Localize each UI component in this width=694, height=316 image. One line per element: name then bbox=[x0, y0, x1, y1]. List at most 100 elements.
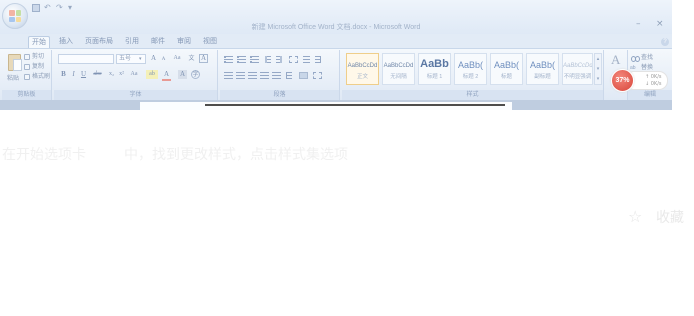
format-painter-icon[interactable] bbox=[24, 74, 30, 80]
chevron-down-icon: ▾ bbox=[139, 56, 142, 62]
styles-group: AaBbCcDd 正文 AaBbCcDd 无间隔 AaBb 标题 1 AaBb(… bbox=[342, 50, 604, 100]
bullets-icon[interactable] bbox=[224, 56, 233, 63]
style-tile-heading-1[interactable]: AaBb 标题 1 bbox=[418, 53, 451, 85]
decrease-indent-icon[interactable] bbox=[265, 56, 271, 63]
style-tile-no-spacing[interactable]: AaBbCcDd 无间隔 bbox=[382, 53, 415, 85]
font-group-label: 字体 bbox=[54, 90, 217, 100]
grow-font-button[interactable]: A bbox=[149, 54, 158, 63]
align-left-icon[interactable] bbox=[224, 72, 233, 79]
title-bar: ↶ ↷ ▾ 新建 Microsoft Office Word 文档.docx -… bbox=[0, 0, 672, 34]
char-shading-button[interactable]: A bbox=[178, 70, 187, 79]
paste-button[interactable]: 粘贴 bbox=[7, 75, 19, 83]
subscript-button[interactable]: x₂ bbox=[107, 70, 116, 79]
style-name: 无间隔 bbox=[390, 74, 407, 80]
shading-icon[interactable] bbox=[299, 72, 308, 79]
find-button[interactable]: 查找 bbox=[641, 54, 653, 62]
word-window: ↶ ↷ ▾ 新建 Microsoft Office Word 文档.docx -… bbox=[0, 0, 672, 110]
more-styles-icon[interactable]: ▾ bbox=[595, 74, 601, 84]
style-preview: AaBb( bbox=[457, 60, 483, 70]
styles-group-label: 样式 bbox=[342, 90, 603, 100]
office-logo-icon bbox=[9, 10, 21, 22]
document-area bbox=[0, 100, 672, 110]
page-edge-line bbox=[205, 104, 505, 106]
strikethrough-button[interactable]: abe bbox=[91, 70, 104, 79]
article-caption: 中，找到更改样式，点击样式集选项 bbox=[124, 146, 348, 162]
ribbon: 粘贴 剪切 复制 格式刷 剪贴板 五号 ▾ A A Aa 文 A B I U a… bbox=[0, 48, 672, 100]
clipboard-group: 粘贴 剪切 复制 格式刷 剪贴板 bbox=[2, 50, 52, 100]
style-name: 标题 bbox=[500, 74, 512, 80]
window-title: 新建 Microsoft Office Word 文档.docx - Micro… bbox=[251, 24, 421, 31]
copy-icon[interactable] bbox=[24, 64, 30, 70]
numbering-icon[interactable] bbox=[237, 56, 246, 63]
star-icon[interactable]: ☆ bbox=[628, 207, 642, 227]
font-group: 五号 ▾ A A Aa 文 A B I U abe x₂ x² Aa ab A … bbox=[54, 50, 218, 100]
align-center-icon[interactable] bbox=[236, 72, 245, 79]
style-tile-normal[interactable]: AaBbCcDd 正文 bbox=[346, 53, 379, 85]
font-name-combo[interactable] bbox=[58, 54, 114, 64]
align-right-icon[interactable] bbox=[248, 72, 257, 79]
highlight-button[interactable]: ab bbox=[146, 70, 158, 79]
case-button[interactable]: Aa bbox=[128, 70, 140, 79]
bold-button[interactable]: B bbox=[59, 70, 68, 79]
paragraph-group-label: 段落 bbox=[220, 90, 339, 100]
shrink-font-button[interactable]: A bbox=[159, 55, 168, 64]
superscript-button[interactable]: x² bbox=[117, 70, 126, 79]
justify-icon[interactable] bbox=[260, 72, 269, 79]
style-tile-heading-2[interactable]: AaBb( 标题 2 bbox=[454, 53, 487, 85]
scroll-down-icon[interactable]: ▾ bbox=[595, 64, 601, 74]
undo-icon[interactable]: ↶ bbox=[44, 3, 51, 13]
style-name: 标题 1 bbox=[426, 74, 443, 80]
multilevel-list-icon[interactable] bbox=[250, 56, 259, 63]
clipboard-group-label: 剪贴板 bbox=[2, 90, 51, 100]
style-preview: AaBbCcDd bbox=[347, 63, 378, 69]
style-name: 标题 2 bbox=[462, 74, 479, 80]
paste-icon[interactable] bbox=[8, 54, 22, 71]
style-preview: AaBbCcDd bbox=[563, 63, 592, 69]
cut-button[interactable]: 剪切 bbox=[32, 53, 44, 61]
styles-scroll[interactable]: ▴ ▾ ▾ bbox=[594, 53, 602, 85]
save-icon[interactable] bbox=[32, 4, 40, 12]
phonetic-guide-button[interactable]: 文 bbox=[187, 54, 196, 63]
customize-icon[interactable]: ▾ bbox=[68, 3, 72, 13]
char-border-button[interactable]: A bbox=[199, 54, 208, 63]
scissors-icon[interactable] bbox=[24, 54, 30, 60]
style-tile-subtle-emphasis[interactable]: AaBbCcDd 不明显强调 bbox=[562, 53, 593, 85]
minimize-button[interactable]: – bbox=[636, 19, 641, 29]
style-preview: AaBb bbox=[420, 58, 449, 70]
distributed-icon[interactable] bbox=[272, 72, 281, 79]
sort-icon[interactable] bbox=[303, 56, 310, 63]
style-name: 不明显强调 bbox=[563, 74, 592, 80]
font-size-value: 五号 bbox=[119, 56, 132, 62]
style-tile-subtitle[interactable]: AaBb( 副标题 bbox=[526, 53, 559, 85]
italic-button[interactable]: I bbox=[69, 70, 78, 79]
redo-icon[interactable]: ↷ bbox=[56, 3, 63, 13]
change-styles-icon[interactable]: A bbox=[611, 52, 620, 67]
copy-button[interactable]: 复制 bbox=[32, 63, 44, 71]
enclose-char-button[interactable]: 字 bbox=[191, 70, 200, 79]
upload-speed: ↑ 0K/s bbox=[645, 74, 662, 80]
font-color-button[interactable]: A bbox=[162, 70, 171, 81]
scroll-up-icon[interactable]: ▴ bbox=[595, 54, 601, 64]
underline-button[interactable]: U bbox=[79, 70, 88, 79]
style-name: 正文 bbox=[356, 74, 368, 80]
style-preview: AaBb( bbox=[529, 60, 555, 70]
editing-group-label: 编辑 bbox=[628, 90, 672, 100]
style-preview: AaBbCcDd bbox=[383, 63, 414, 69]
style-preview: AaBb( bbox=[493, 60, 519, 70]
line-spacing-icon[interactable] bbox=[286, 72, 292, 79]
help-icon[interactable]: ? bbox=[661, 38, 669, 46]
speed-ball[interactable]: 37% bbox=[611, 69, 634, 92]
style-tile-title[interactable]: AaBb( 标题 bbox=[490, 53, 523, 85]
style-name: 副标题 bbox=[534, 74, 551, 80]
change-case-button[interactable]: Aa bbox=[171, 54, 183, 63]
paragraph-group: 段落 bbox=[220, 50, 340, 100]
chinese-layout-icon[interactable] bbox=[289, 56, 298, 63]
binoculars-icon[interactable] bbox=[631, 56, 640, 62]
format-painter-button[interactable]: 格式刷 bbox=[32, 73, 50, 81]
favorite-button[interactable]: 收藏 bbox=[656, 208, 684, 226]
increase-indent-icon[interactable] bbox=[276, 56, 282, 63]
close-button[interactable]: × bbox=[656, 19, 664, 29]
show-marks-icon[interactable] bbox=[315, 56, 321, 63]
borders-icon[interactable] bbox=[313, 72, 322, 79]
font-size-combo[interactable]: 五号 ▾ bbox=[116, 54, 146, 64]
